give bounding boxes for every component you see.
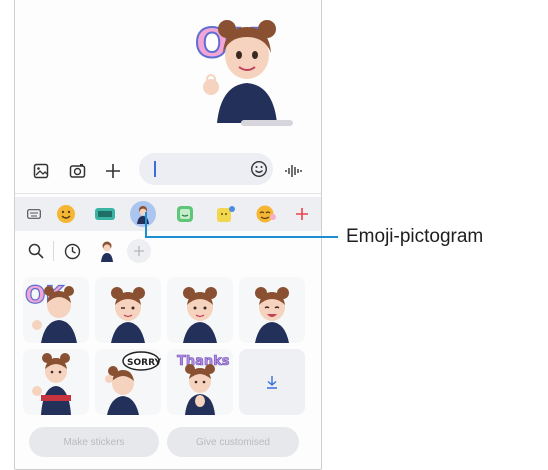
camera-icon[interactable]	[67, 161, 87, 181]
toolbar-divider	[53, 241, 54, 261]
sticker-sorry[interactable]: SORRY	[95, 349, 161, 415]
add-icon[interactable]	[289, 201, 315, 227]
svg-text:SORRY: SORRY	[127, 358, 161, 368]
divider	[15, 193, 321, 194]
plus-icon[interactable]	[103, 161, 123, 181]
svg-text:Thanks: Thanks	[177, 354, 230, 369]
sticker-hi[interactable]	[23, 349, 89, 415]
sticker-actions: Make stickers Give customised	[15, 427, 321, 461]
callout-line-horizontal	[145, 236, 338, 238]
emoji-smiley-icon[interactable]	[53, 201, 79, 227]
emoji-sticker-icon[interactable]	[253, 201, 279, 227]
gif-icon[interactable]	[92, 201, 118, 227]
sticker-toolbar	[15, 233, 321, 269]
sticker-thanks[interactable]: Thanks	[167, 349, 233, 415]
make-stickers-button[interactable]: Make stickers	[29, 427, 159, 457]
animated-emoji-icon[interactable]	[213, 201, 239, 227]
callout-label: Emoji-pictogram	[346, 226, 484, 247]
ar-emoji-avatar-tab[interactable]	[130, 201, 156, 227]
recent-icon[interactable]	[63, 242, 81, 260]
emoji-icon[interactable]	[249, 159, 269, 179]
sticker-ok[interactable]: OK	[23, 277, 89, 343]
sticker-icon[interactable]	[172, 201, 198, 227]
avatar-tab-icon[interactable]	[97, 239, 117, 263]
text-cursor	[154, 161, 156, 177]
sticker-happy[interactable]	[239, 277, 305, 343]
gallery-icon[interactable]	[31, 161, 51, 181]
sticker-grid: OK SORRY Thanks	[15, 273, 321, 423]
sticker-wink[interactable]	[95, 277, 161, 343]
phone-screen: OK SORRY Thanks Make stickers Give custo…	[14, 0, 322, 470]
keyboard-icon[interactable]	[21, 201, 47, 227]
download-more-tile[interactable]	[239, 349, 305, 415]
message-timestamp	[241, 120, 293, 126]
sticker-smile[interactable]	[167, 277, 233, 343]
voice-icon[interactable]	[283, 161, 303, 181]
sent-ok-sticker[interactable]: OK	[191, 13, 303, 123]
callout-line-vertical	[145, 212, 147, 238]
download-icon	[267, 376, 277, 389]
emoji-category-bar	[15, 197, 321, 231]
message-input-bar	[15, 149, 321, 191]
add-avatar-icon[interactable]	[127, 239, 151, 263]
search-icon[interactable]	[27, 242, 45, 260]
give-customised-button[interactable]: Give customised	[167, 427, 299, 457]
message-input[interactable]	[139, 153, 273, 185]
